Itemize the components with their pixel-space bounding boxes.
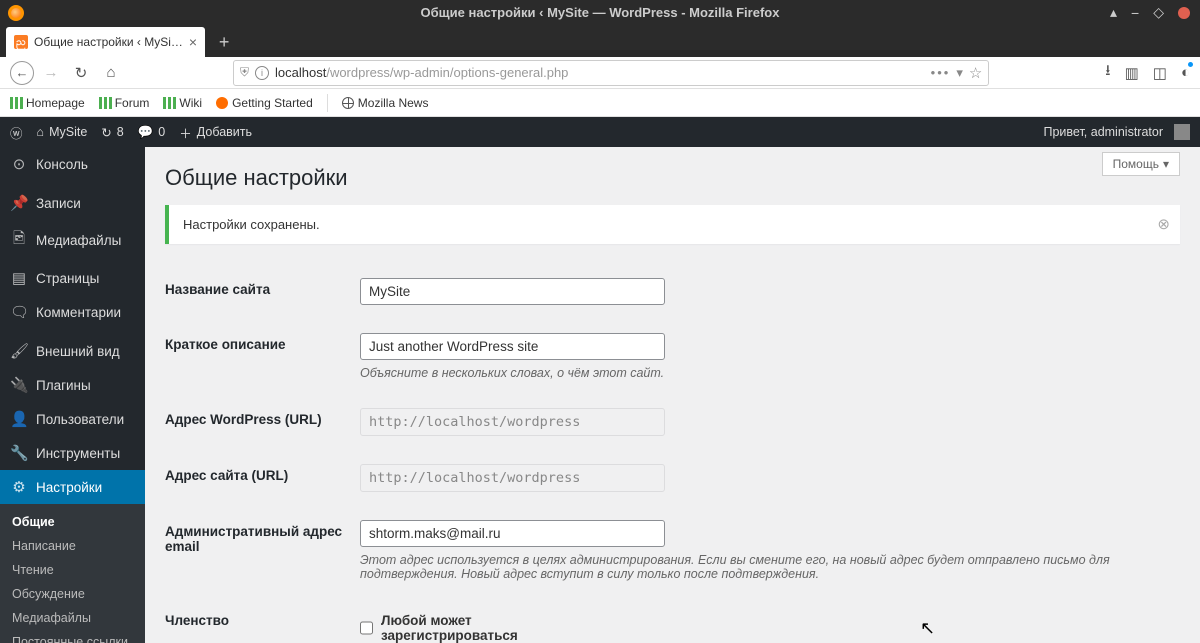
adminbar-updates[interactable]: ↻8 <box>101 125 123 140</box>
site-title-input[interactable] <box>360 278 665 305</box>
submenu-writing[interactable]: Написание <box>0 534 145 558</box>
chevron-down-icon: ▾ <box>1163 157 1169 171</box>
nav-back-button[interactable]: ← <box>10 61 34 85</box>
sidebar-item-posts[interactable]: 📌Записи <box>0 186 145 220</box>
downloads-icon[interactable]: ⭳ <box>1105 60 1110 85</box>
submenu-discussion[interactable]: Обсуждение <box>0 582 145 606</box>
browser-toolbar: ← → ↻ ⌂ ⛨ i localhost/wordpress/wp-admin… <box>0 57 1200 89</box>
browser-tab[interactable]: ည Общие настройки ‹ MySi… × <box>6 27 205 57</box>
sidebar-item-media[interactable]: 🖻Медиафайлы <box>0 220 145 261</box>
sidebar-item-settings[interactable]: ⚙Настройки <box>0 470 145 504</box>
bookmark-forum[interactable]: Forum <box>99 96 150 110</box>
label-site-url: Адрес сайта (URL) <box>165 464 360 492</box>
membership-checkbox-label: Любой может зарегистрироваться <box>381 613 555 643</box>
sidebar-item-pages[interactable]: ▤Страницы <box>0 261 145 295</box>
nav-reload-button[interactable]: ↻ <box>68 60 94 86</box>
nav-forward-button: → <box>38 60 64 86</box>
window-pin-icon[interactable]: ▴ <box>1110 4 1117 21</box>
bookmark-mozilla-news[interactable]: Mozilla News <box>342 96 429 110</box>
os-title-bar: Общие настройки ‹ MySite — WordPress - M… <box>0 0 1200 25</box>
sidebar-item-tools[interactable]: 🔧Инструменты <box>0 436 145 470</box>
membership-checkbox-wrapper[interactable]: Любой может зарегистрироваться <box>360 609 555 643</box>
adminbar-add[interactable]: ＋Добавить <box>179 123 252 142</box>
submenu-general[interactable]: Общие <box>0 510 145 534</box>
bookmarks-bar: Homepage Forum Wiki Getting Started Mozi… <box>0 89 1200 117</box>
membership-checkbox[interactable] <box>360 620 373 636</box>
wp-admin-bar: ⓦ ⌂MySite ↻8 💬0 ＋Добавить Привет, admini… <box>0 117 1200 147</box>
xampp-favicon-icon: ည <box>14 35 28 49</box>
sidebar-item-plugins[interactable]: 🔌Плагины <box>0 368 145 402</box>
page-title: Общие настройки <box>165 165 1180 191</box>
submenu-media[interactable]: Медиафайлы <box>0 606 145 630</box>
admin-email-input[interactable] <box>360 520 665 547</box>
tagline-description: Объясните в нескольких словах, о чём это… <box>360 366 1160 380</box>
account-icon[interactable]: ◐ <box>1181 64 1190 81</box>
dismiss-notice-icon[interactable]: ⊗ <box>1157 215 1170 233</box>
sidebar-settings-submenu: Общие Написание Чтение Обсуждение Медиаф… <box>0 504 145 643</box>
adminbar-site[interactable]: ⌂MySite <box>37 125 88 139</box>
library-icon[interactable]: ▥ <box>1125 64 1139 82</box>
site-url-input <box>360 464 665 492</box>
page-actions-icon[interactable]: ••• <box>931 65 951 80</box>
admin-email-description: Этот адрес используется в целях админист… <box>360 553 1160 581</box>
wp-logo-icon[interactable]: ⓦ <box>10 123 23 142</box>
window-close-icon[interactable] <box>1178 7 1190 19</box>
window-minimize-icon[interactable]: − <box>1131 5 1139 21</box>
success-notice: Настройки сохранены. ⊗ <box>165 205 1180 244</box>
url-text: localhost/wordpress/wp-admin/options-gen… <box>275 65 568 80</box>
bookmarks-separator <box>327 94 328 112</box>
help-tab[interactable]: Помощь▾ <box>1102 152 1180 176</box>
new-tab-button[interactable]: + <box>209 27 239 57</box>
label-membership: Членство <box>165 609 360 643</box>
sidebar-icon[interactable]: ◫ <box>1153 64 1167 82</box>
label-wp-url: Адрес WordPress (URL) <box>165 408 360 436</box>
sidebar-item-comments[interactable]: 🗨Комментарии <box>0 295 145 329</box>
pocket-icon[interactable]: ▾ <box>956 65 963 81</box>
submenu-permalinks[interactable]: Постоянные ссылки <box>0 630 145 643</box>
label-site-title: Название сайта <box>165 278 360 305</box>
nav-home-button[interactable]: ⌂ <box>98 60 124 86</box>
bookmark-wiki[interactable]: Wiki <box>163 96 202 110</box>
window-maximize-icon[interactable]: ◇ <box>1153 4 1164 21</box>
tab-close-icon[interactable]: × <box>189 34 197 50</box>
bookmark-star-icon[interactable]: ☆ <box>969 64 982 82</box>
adminbar-user[interactable]: Привет, administrator <box>1044 124 1191 140</box>
submenu-reading[interactable]: Чтение <box>0 558 145 582</box>
wp-sidebar: ⊙Консоль 📌Записи 🖻Медиафайлы ▤Страницы 🗨… <box>0 147 145 643</box>
wp-url-input <box>360 408 665 436</box>
avatar-icon <box>1174 124 1190 140</box>
tab-label: Общие настройки ‹ MySi… <box>34 35 183 49</box>
window-title: Общие настройки ‹ MySite — WordPress - M… <box>421 5 780 20</box>
sidebar-item-users[interactable]: 👤Пользователи <box>0 402 145 436</box>
site-info-icon[interactable]: i <box>255 66 269 80</box>
sidebar-item-dashboard[interactable]: ⊙Консоль <box>0 147 145 181</box>
bookmark-homepage[interactable]: Homepage <box>10 96 85 110</box>
notice-text: Настройки сохранены. <box>183 217 320 232</box>
address-bar[interactable]: ⛨ i localhost/wordpress/wp-admin/options… <box>233 60 989 86</box>
tracking-shield-icon[interactable]: ⛨ <box>240 65 249 80</box>
tagline-input[interactable] <box>360 333 665 360</box>
label-tagline: Краткое описание <box>165 333 360 380</box>
adminbar-comments[interactable]: 💬0 <box>138 125 166 140</box>
wp-content-area: Помощь▾ Общие настройки Настройки сохран… <box>145 147 1200 643</box>
firefox-icon <box>8 5 24 21</box>
browser-tabstrip: ည Общие настройки ‹ MySi… × + <box>0 25 1200 57</box>
bookmark-getting-started[interactable]: Getting Started <box>216 96 313 110</box>
sidebar-item-appearance[interactable]: 🖌Внешний вид <box>0 334 145 368</box>
label-admin-email: Административный адрес email <box>165 520 360 581</box>
